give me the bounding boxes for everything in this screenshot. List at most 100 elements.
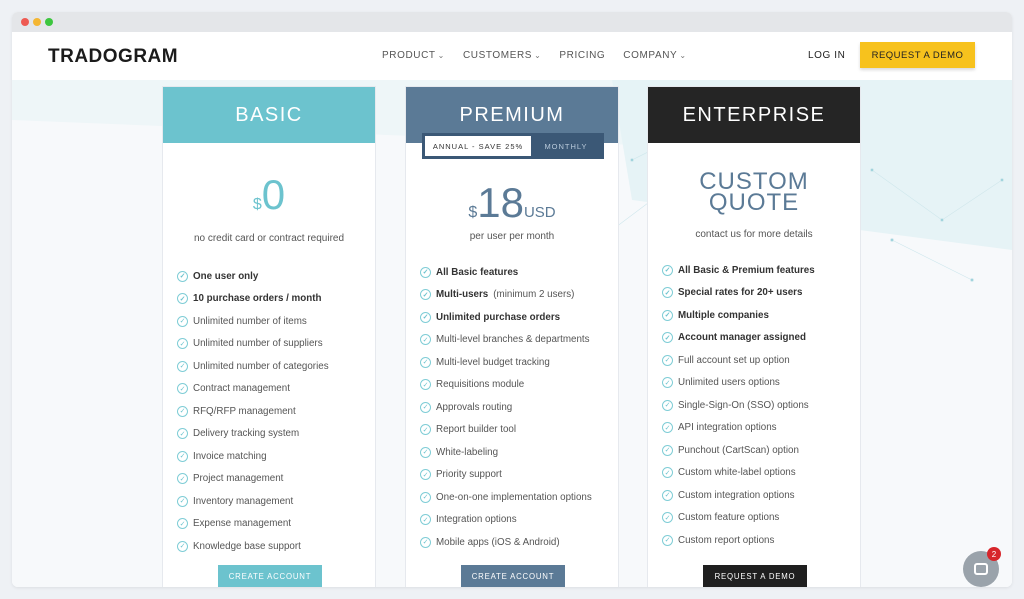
feature-item: ✓ Custom feature options xyxy=(662,507,815,530)
feature-text: Mobile apps (iOS & Android) xyxy=(436,536,560,548)
check-circle-icon: ✓ xyxy=(420,424,431,436)
request-demo-card-button[interactable]: REQUEST A DEMO xyxy=(703,565,807,587)
feature-item: ✓ Special rates for 20+ users xyxy=(662,282,815,305)
feature-item: ✓ Custom white-label options xyxy=(662,462,815,485)
feature-text: Integration options xyxy=(436,514,517,526)
feature-text: Punchout (CartScan) option xyxy=(678,444,799,456)
check-circle-icon: ✓ xyxy=(420,446,431,458)
check-circle-icon: ✓ xyxy=(420,311,431,323)
feature-item: ✓ Report builder tool xyxy=(420,419,592,442)
check-circle-icon: ✓ xyxy=(420,266,431,278)
feature-text: API integration options xyxy=(678,422,777,434)
nav-customers[interactable]: CUSTOMERS ⌄ xyxy=(463,50,541,61)
create-account-button[interactable]: CREATE ACCOUNT xyxy=(218,565,322,587)
feature-text: Full account set up option xyxy=(678,354,790,366)
browser-window: TRADOGRAM PRODUCT ⌄ CUSTOMERS ⌄ PRICING CO… xyxy=(12,12,1012,587)
price-amount: 18 xyxy=(477,179,524,226)
check-circle-icon: ✓ xyxy=(420,379,431,391)
feature-text: Multiple companies xyxy=(678,309,769,321)
login-link[interactable]: LOG IN xyxy=(808,50,846,61)
feature-text: White-labeling xyxy=(436,446,499,458)
feature-item: ✓ Account manager assigned xyxy=(662,327,815,350)
create-account-button[interactable]: CREATE ACCOUNT xyxy=(461,565,565,587)
feature-text: Knowledge base support xyxy=(193,540,301,552)
check-circle-icon: ✓ xyxy=(662,422,673,434)
billing-toggle[interactable]: ANNUAL - SAVE 25% MONTHLY xyxy=(422,133,604,159)
feature-text: Custom feature options xyxy=(678,512,780,524)
feature-item: ✓ Unlimited number of items xyxy=(177,310,329,333)
check-circle-icon: ✓ xyxy=(420,356,431,368)
site-header: TRADOGRAM PRODUCT ⌄ CUSTOMERS ⌄ PRICING CO… xyxy=(12,32,1012,80)
notification-badge: 2 xyxy=(987,547,1001,561)
nav-product[interactable]: PRODUCT ⌄ xyxy=(382,50,445,61)
check-circle-icon: ✓ xyxy=(177,540,188,552)
request-demo-button[interactable]: REQUEST A DEMO xyxy=(860,42,975,68)
feature-text: All Basic features xyxy=(436,266,519,278)
nav-customers-label: CUSTOMERS xyxy=(462,50,533,61)
price-note: no credit card or contract required xyxy=(193,233,345,244)
maximize-window-button[interactable] xyxy=(45,18,53,26)
feature-text: Expense management xyxy=(193,518,292,530)
feature-item: ✓ Multi-users (minimum 2 users) xyxy=(420,284,592,307)
check-circle-icon: ✓ xyxy=(177,518,188,530)
feature-list: ✓ All Basic features ✓ Multi-users (minimum… xyxy=(420,261,592,554)
feature-text: Unlimited users options xyxy=(678,377,780,389)
feature-item: ✓ Multiple companies xyxy=(662,304,815,327)
check-circle-icon: ✓ xyxy=(177,360,188,372)
feature-text: Unlimited number of suppliers xyxy=(193,338,323,350)
feature-item: ✓ Unlimited purchase orders xyxy=(420,306,592,329)
quote-line-2: QUOTE xyxy=(708,189,800,216)
chat-icon xyxy=(974,563,988,575)
check-circle-icon: ✓ xyxy=(662,309,673,321)
feature-item: ✓ Project management xyxy=(177,468,329,491)
check-circle-icon: ✓ xyxy=(662,489,673,501)
feature-item: ✓ Unlimited number of categories xyxy=(177,355,329,378)
nav-company[interactable]: COMPANY ⌄ xyxy=(623,50,686,61)
chat-launcher[interactable]: 2 xyxy=(963,547,1001,587)
price-note: contact us for more details xyxy=(695,229,813,240)
title-bar xyxy=(12,12,1012,32)
feature-text: Project management xyxy=(193,473,284,485)
check-circle-icon: ✓ xyxy=(177,428,188,440)
feature-item: ✓ Approvals routing xyxy=(420,396,592,419)
feature-item: ✓ One-on-one implementation options xyxy=(420,486,592,509)
pricing-section: BASIC $0 no credit card or contract requ… xyxy=(12,80,1012,587)
check-circle-icon: ✓ xyxy=(420,334,431,346)
feature-item: ✓ Multi-level branches & departments xyxy=(420,329,592,352)
feature-item: ✓ One user only xyxy=(177,265,329,288)
check-circle-icon: ✓ xyxy=(662,399,673,411)
close-window-button[interactable] xyxy=(21,18,29,26)
plan-price: $18USD xyxy=(406,179,618,227)
check-circle-icon: ✓ xyxy=(177,495,188,507)
minimize-window-button[interactable] xyxy=(33,18,41,26)
feature-item: ✓ Full account set up option xyxy=(662,349,815,372)
feature-item: ✓ Integration options xyxy=(420,509,592,532)
monthly-option[interactable]: MONTHLY xyxy=(531,142,601,151)
plan-price: $0 xyxy=(163,171,375,219)
feature-text: Special rates for 20+ users xyxy=(678,287,803,299)
check-circle-icon: ✓ xyxy=(662,264,673,276)
feature-text: Priority support xyxy=(436,469,502,481)
feature-item: ✓ Unlimited number of suppliers xyxy=(177,333,329,356)
feature-item: ✓ Inventory management xyxy=(177,490,329,513)
check-circle-icon: ✓ xyxy=(177,270,188,282)
annual-option[interactable]: ANNUAL - SAVE 25% xyxy=(425,136,531,156)
check-circle-icon: ✓ xyxy=(177,473,188,485)
feature-item: ✓ Priority support xyxy=(420,464,592,487)
feature-item: ✓ Multi-level budget tracking xyxy=(420,351,592,374)
nav-pricing-label: PRICING xyxy=(559,50,606,61)
feature-item: ✓ Unlimited users options xyxy=(662,372,815,395)
nav-pricing[interactable]: PRICING xyxy=(559,50,605,61)
feature-text: Inventory management xyxy=(193,495,294,507)
feature-text: 10 purchase orders / month xyxy=(193,293,322,305)
logo[interactable]: TRADOGRAM xyxy=(48,46,178,68)
feature-text: All Basic & Premium features xyxy=(678,264,815,276)
feature-text: Unlimited purchase orders xyxy=(436,311,561,323)
check-circle-icon: ✓ xyxy=(420,514,431,526)
check-circle-icon: ✓ xyxy=(420,491,431,503)
plan-title: BASIC xyxy=(163,87,375,143)
feature-item: ✓ Expense management xyxy=(177,513,329,536)
feature-note: (minimum 2 users) xyxy=(493,289,575,301)
feature-text: Multi-level branches & departments xyxy=(436,334,590,346)
feature-item: ✓ Custom report options xyxy=(662,529,815,552)
